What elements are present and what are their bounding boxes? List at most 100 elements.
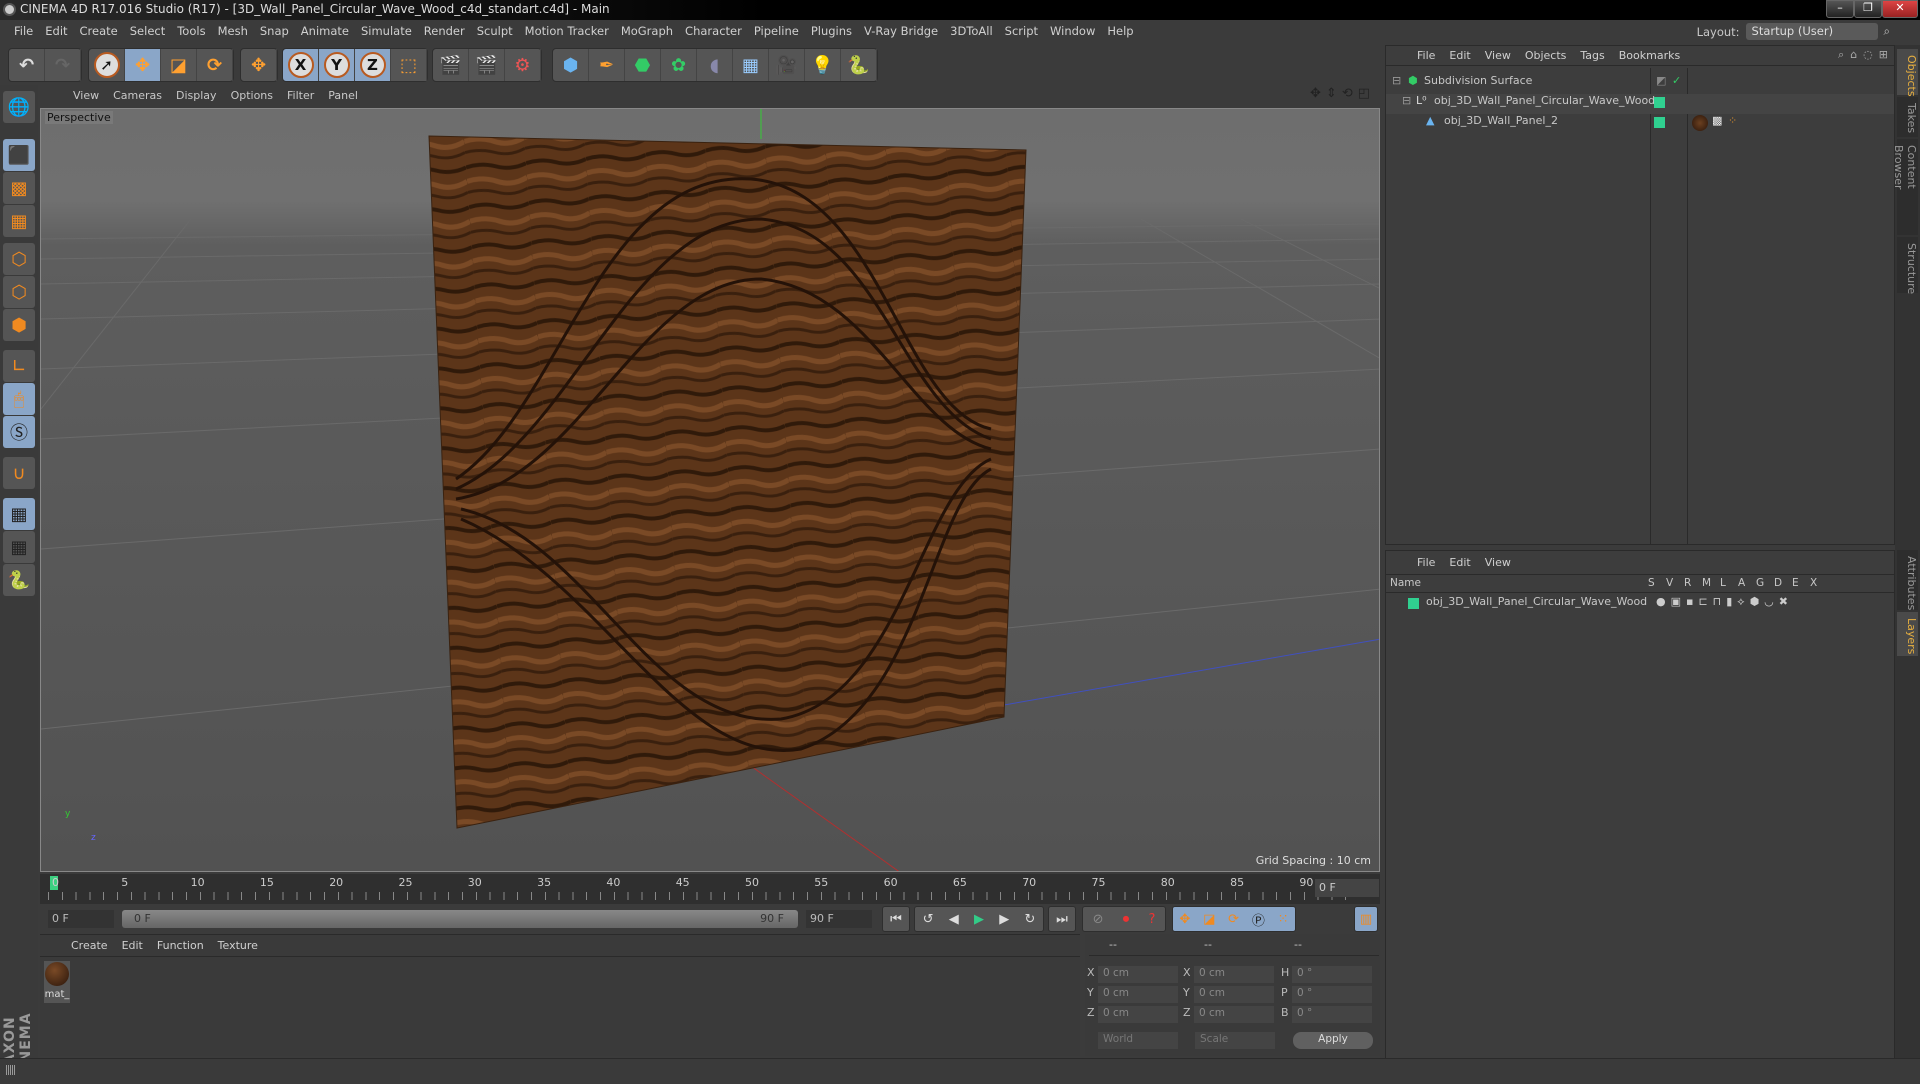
move-icon[interactable]: ✥ [125,49,161,81]
y-axis-lock-button[interactable]: Y [319,49,355,81]
orbit-icon[interactable]: ⟲ [1342,86,1353,101]
viewport-menu-cameras[interactable]: Cameras [106,87,169,107]
menu-character[interactable]: Character [679,21,748,43]
layer-column-header[interactable]: E [1792,577,1799,589]
coord-value-field[interactable]: 0 cm [1194,986,1274,1003]
record-keys-icon[interactable]: ⏺ [1123,912,1130,927]
material-tag-icon[interactable] [1692,115,1708,131]
menu-pipeline[interactable]: Pipeline [748,21,805,43]
workplane-mode-icon[interactable]: ▦ [3,205,35,237]
z-axis-lock-button[interactable]: Z [355,49,391,81]
coordinate-space-dropdown[interactable]: World [1098,1032,1178,1049]
collapse-icon[interactable]: ⊟ [1402,94,1411,107]
enabled-check-icon[interactable]: ✓ [1672,74,1681,87]
layer-column-header[interactable]: L [1720,577,1726,589]
new-window-icon[interactable]: ⊞ [1879,48,1888,62]
layers-menu-file[interactable]: File [1410,556,1442,569]
key-rotation-icon[interactable]: ⟳ [1228,912,1239,927]
objects-menu-file[interactable]: File [1410,49,1442,62]
planar-workplane-icon[interactable]: ▦ [3,531,35,563]
link-icon[interactable]: ◌ [1863,48,1873,62]
menu-create[interactable]: Create [74,21,124,43]
menu-animate[interactable]: Animate [295,21,355,43]
render-view-icon[interactable]: 🎬 [433,49,469,81]
floor-icon[interactable]: ▦ [733,49,769,81]
home-icon[interactable]: ⌂ [1850,48,1857,62]
end-frame-field[interactable]: 90 F [806,910,872,928]
material-menu-texture[interactable]: Texture [211,939,265,952]
collapse-icon[interactable]: ⊟ [1392,74,1401,87]
texture-mode-icon[interactable]: ▩ [3,172,35,204]
object-row-subdivision-surface[interactable]: ⊟ ⬢ Subdivision Surface ◩ ✓ [1386,74,1894,94]
coord-value-field[interactable]: 0 cm [1194,966,1274,983]
layer-column-header[interactable]: S [1648,577,1655,589]
next-keyframe-icon[interactable]: ↻ [1024,912,1035,927]
wall-panel-mesh[interactable] [428,135,1027,829]
timeline-window-icon[interactable]: ▥ [1354,906,1378,932]
menu-3dtoall[interactable]: 3DToAll [944,21,999,43]
coord-value-field[interactable]: 0 ° [1292,986,1372,1003]
layout-dropdown[interactable]: Startup (User) [1745,23,1878,40]
prev-frame-icon[interactable]: ◀ [949,912,959,927]
minimize-button[interactable]: – [1826,0,1854,18]
coord-value-field[interactable]: 0 cm [1194,1006,1274,1023]
go-to-end-button[interactable]: ⏭ [1048,906,1076,932]
objects-menu-tags[interactable]: Tags [1573,49,1611,62]
tab-attributes[interactable]: Attributes [1897,550,1918,610]
select-arrow-icon[interactable]: ➚ [89,49,125,81]
tweak-mode-icon[interactable]: 🖱 [3,383,35,415]
subdivision-icon[interactable]: ⬣ [625,49,661,81]
model-mode-icon[interactable]: ⬛ [3,139,35,171]
visibility-toggle-icon[interactable]: ◩ [1656,74,1666,87]
menu-script[interactable]: Script [999,21,1044,43]
menu-vray-bridge[interactable]: V-Ray Bridge [858,21,944,43]
objects-menu-bookmarks[interactable]: Bookmarks [1612,49,1687,62]
go-to-start-button[interactable]: ⏮ [882,906,910,932]
uvw-tag-icon[interactable]: ▩ [1712,114,1722,127]
tab-structure[interactable]: Structure [1897,237,1918,294]
python-script-icon[interactable]: 🐍 [3,564,35,596]
key-pla-icon[interactable]: ⁙ [1278,912,1289,927]
layer-column-header[interactable]: D [1774,577,1782,589]
layer-color-swatch[interactable] [1654,97,1665,108]
layers-menu-edit[interactable]: Edit [1442,556,1477,569]
points-mode-icon[interactable]: ⬡ [3,243,35,275]
scale-icon[interactable]: ◪ [161,49,197,81]
menu-edit[interactable]: Edit [39,21,73,43]
python-icon[interactable]: 🐍 [841,49,877,81]
search-icon[interactable]: ⌕ [1884,24,1890,39]
key-param-icon[interactable]: Ⓟ [1252,910,1265,929]
viewport-menu-view[interactable]: View [66,87,106,107]
key-scale-icon[interactable]: ◪ [1203,912,1215,927]
tab-takes[interactable]: Takes [1897,97,1918,137]
menu-mograph[interactable]: MoGraph [615,21,679,43]
layer-column-header[interactable]: Name [1390,577,1421,589]
layer-color-swatch[interactable] [1654,117,1665,128]
solo-icon[interactable]: Ⓢ [3,416,35,448]
menu-plugins[interactable]: Plugins [805,21,858,43]
polygons-mode-icon[interactable]: ⬢ [3,309,35,341]
current-frame-field[interactable]: 0 F [1315,879,1379,897]
menu-motion-tracker[interactable]: Motion Tracker [519,21,615,43]
motion-record-icon[interactable]: ⊘ [1093,912,1104,927]
material-swatch[interactable]: mat_ [44,961,70,1003]
next-frame-icon[interactable]: ▶ [999,912,1009,927]
menu-simulate[interactable]: Simulate [355,21,418,43]
viewport-menu-display[interactable]: Display [169,87,224,107]
tab-layers[interactable]: Layers [1897,612,1918,656]
layers-menu-view[interactable]: View [1478,556,1518,569]
layer-column-header[interactable]: X [1810,577,1817,589]
render-picture-viewer-icon[interactable]: 🎬 [469,49,505,81]
menu-sculpt[interactable]: Sculpt [471,21,519,43]
cube-icon[interactable]: ⬢ [553,49,589,81]
camera-icon[interactable]: 🎥 [769,49,805,81]
object-row-wall-panel-2[interactable]: ▲ obj_3D_Wall_Panel_2 ▩ ⁘ [1386,114,1894,134]
objects-menu-edit[interactable]: Edit [1442,49,1477,62]
material-menu-function[interactable]: Function [150,939,211,952]
play-icon[interactable]: ▶ [974,912,984,927]
coord-value-field[interactable]: 0 cm [1098,986,1178,1003]
coord-value-field[interactable]: 0 cm [1098,966,1178,983]
make-editable-icon[interactable]: 🌐 [3,91,35,123]
coordinate-mode-dropdown[interactable]: Scale [1195,1032,1275,1049]
deformer-icon[interactable]: ◖ [697,49,733,81]
